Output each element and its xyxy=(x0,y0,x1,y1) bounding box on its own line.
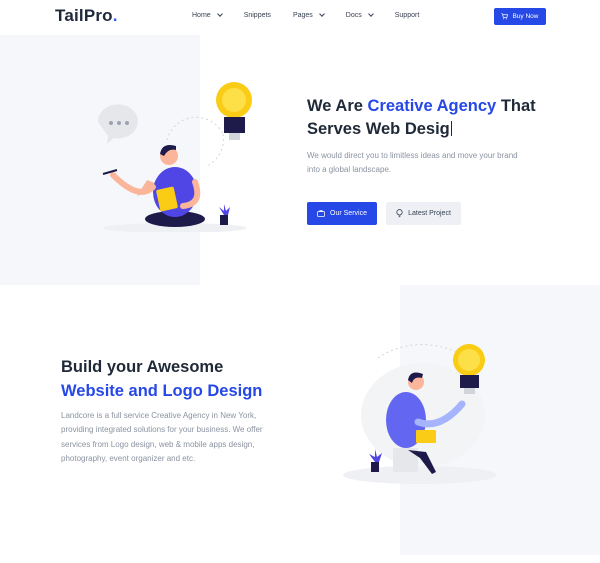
chevron-down-icon xyxy=(216,11,223,17)
lightbulb-icon xyxy=(396,209,403,218)
our-service-label: Our Service xyxy=(330,210,367,217)
nav-item-home[interactable]: Home xyxy=(192,11,223,19)
nav-item-snippets[interactable]: Snippets xyxy=(244,12,271,19)
nav-item-label: Pages xyxy=(292,12,313,19)
brand-name-accent: Pro xyxy=(83,6,113,25)
nav-item-pages[interactable]: Pages xyxy=(292,11,325,19)
nav-item-label: Snippets xyxy=(243,12,271,19)
hero-title-typing: Serves Web Desig xyxy=(307,120,450,138)
feature-title-line1: Build your Awesome xyxy=(61,358,224,376)
nav-item-label: Docs xyxy=(345,12,362,19)
hero-title-suffix: That xyxy=(496,97,536,115)
chevron-down-icon xyxy=(318,11,325,17)
nav-item-docs[interactable]: Docs xyxy=(345,11,374,19)
latest-project-label: Latest Project xyxy=(408,210,451,217)
our-service-button[interactable]: Our Service xyxy=(307,202,377,225)
chevron-down-icon xyxy=(367,11,374,17)
feature-illustration xyxy=(343,344,497,484)
hero-description: We would direct you to limitless ideas a… xyxy=(307,151,518,174)
navbar: TailPro. Home Snippets Pages Docs Suppor… xyxy=(0,0,600,34)
feature-description: Landcore is a full service Creative Agen… xyxy=(61,411,263,464)
hero-title-highlight: Creative Agency xyxy=(367,97,497,115)
typing-cursor xyxy=(450,121,452,136)
hero-title: We Are Creative Agency That Serves Web D… xyxy=(307,95,567,141)
hero-illustration xyxy=(97,82,252,232)
nav-item-label: Home xyxy=(192,12,211,19)
main-nav: Home Snippets Pages Docs Support xyxy=(192,11,441,19)
nav-item-support[interactable]: Support xyxy=(395,12,420,19)
feature-title-line2: Website and Logo Design xyxy=(61,382,263,400)
brand-name-main: Tail xyxy=(55,6,84,25)
cart-icon xyxy=(501,13,509,20)
brand-logo[interactable]: TailPro. xyxy=(55,6,118,26)
nav-item-label: Support xyxy=(394,12,420,19)
buy-now-button[interactable]: Buy Now xyxy=(494,8,546,25)
brand-name-dot: . xyxy=(112,6,118,25)
hero-title-prefix: We Are xyxy=(307,97,368,115)
feature-title: Build your Awesome Website and Logo Desi… xyxy=(61,355,301,403)
buy-now-label: Buy Now xyxy=(512,13,539,20)
latest-project-button[interactable]: Latest Project xyxy=(386,202,461,225)
briefcase-icon xyxy=(317,210,325,217)
